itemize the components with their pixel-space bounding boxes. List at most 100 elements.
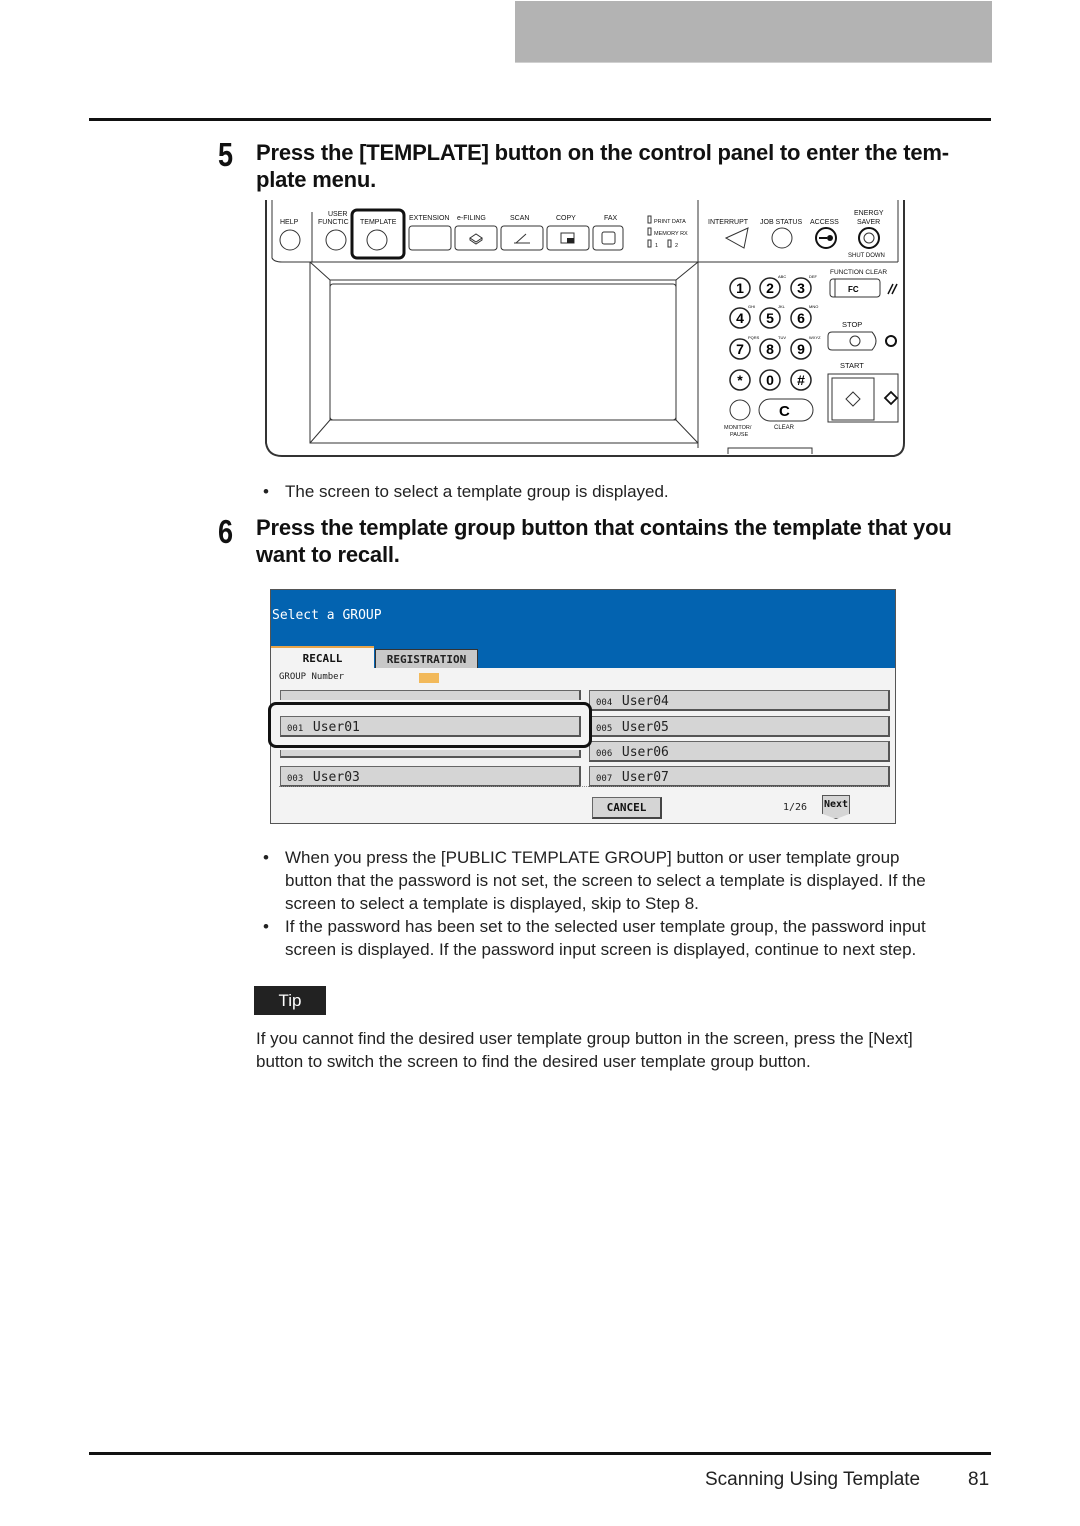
control-panel-drawing: HELP USER FUNCTIC TEMPLATE EXTENSION e-F…: [265, 200, 905, 457]
screen-divider: [279, 786, 889, 787]
fc-label: FC: [848, 285, 859, 294]
page-number: 81: [968, 1469, 990, 1490]
group-button-002[interactable]: [280, 750, 581, 758]
keypad: 1 2 ABC 3 DEF 4 GHI 5 JKL 6 MNO 7 PQRS 8 TUV 9 WXYZ * 0 #: [729, 274, 821, 391]
monitor-pause-label-1: MONITOR/: [724, 425, 752, 431]
help-label: HELP: [280, 219, 299, 226]
energy-saver-button[interactable]: [858, 227, 880, 249]
step-6-title-line2: want to recall.: [256, 542, 400, 567]
interrupt-label: INTERRUPT: [708, 219, 749, 226]
lcd-bezel: [309, 261, 699, 444]
step-6-bullet-2: • If the password has been set to the se…: [263, 915, 995, 961]
tab-registration[interactable]: REGISTRATION: [375, 649, 478, 668]
print-data-lamp: [647, 215, 652, 224]
line2-label: 2: [675, 243, 678, 249]
bullet-dot: •: [263, 917, 269, 936]
efiling-icon: [469, 233, 483, 245]
fc-lamp-icon: [887, 283, 898, 295]
group-button-005[interactable]: 005 User05: [589, 716, 890, 737]
user-function-label-2: FUNCTIC: [318, 219, 349, 226]
keypad-key-label: 8: [766, 341, 774, 357]
keypad-key-label: *: [737, 372, 743, 388]
keypad-key-label: 5: [766, 310, 774, 326]
group-button-004[interactable]: 004 User04: [589, 690, 890, 711]
selected-group-highlight: [268, 702, 592, 748]
keypad-key-letters: JKL: [778, 304, 786, 309]
fax-button[interactable]: [592, 225, 624, 251]
stop-button[interactable]: [827, 331, 877, 351]
shut-down-label: SHUT DOWN: [848, 253, 885, 259]
group-button-006[interactable]: 006 User06: [589, 741, 890, 762]
efiling-button[interactable]: [454, 225, 498, 251]
next-button[interactable]: Next: [822, 795, 850, 819]
step-6-title-line1: Press the template group button that con…: [256, 515, 952, 540]
extension-button[interactable]: [408, 225, 452, 251]
group-number: 005: [596, 724, 613, 734]
bottom-rule: [89, 1452, 991, 1455]
group-number: 003: [287, 774, 304, 784]
bullet-line: screen to select a template is displayed…: [285, 894, 699, 913]
monitor-pause-button[interactable]: [729, 399, 751, 421]
start-lamp-icon: [883, 390, 899, 406]
tip-badge: Tip: [254, 986, 326, 1015]
memory-rx-label: MEMORY RX: [654, 231, 688, 237]
footer-title: Scanning Using Template: [705, 1469, 921, 1490]
user-function-button[interactable]: [325, 229, 347, 251]
group-button-007[interactable]: 007 User07: [589, 766, 890, 787]
stop-lamp-icon: [885, 335, 897, 347]
stop-icon: [849, 335, 861, 347]
group-button-003[interactable]: 003 User03: [280, 766, 581, 787]
step-5-title-line1: Press the [TEMPLATE] button on the contr…: [256, 140, 949, 165]
group-name: User07: [621, 770, 669, 785]
bullet-line: If the password has been set to the sele…: [285, 917, 926, 936]
memory-rx-lamp: [647, 227, 652, 236]
bullet-line: button that the password is not set, the…: [285, 871, 926, 890]
header-block: [515, 1, 992, 63]
keypad-key-letters: TUV: [778, 335, 786, 340]
efiling-label: e-FILING: [457, 215, 486, 222]
keypad-key-label: #: [797, 372, 805, 388]
top-rule: [89, 118, 991, 121]
keypad-key-letters: WXYZ: [809, 335, 821, 340]
cancel-button[interactable]: CANCEL: [592, 797, 662, 819]
scan-icon: [514, 233, 530, 244]
group-name: User05: [621, 720, 669, 735]
control-panel-illustration: HELP USER FUNCTIC TEMPLATE EXTENSION e-F…: [262, 198, 908, 460]
bullet-dot: •: [263, 482, 269, 501]
keypad-key-letters: GHI: [748, 304, 755, 309]
public-template-group-button[interactable]: [280, 690, 581, 700]
keypad-key-label: 2: [766, 280, 774, 296]
bullet-dot: •: [263, 848, 269, 867]
fax-label: FAX: [604, 215, 618, 222]
interrupt-button[interactable]: [724, 227, 749, 249]
key-icon-head: [827, 235, 833, 241]
line2-lamp: [667, 239, 672, 248]
energy-saver-label-2: SAVER: [857, 219, 880, 226]
tab-recall[interactable]: RECALL: [271, 646, 374, 668]
start-label: START: [840, 361, 864, 370]
group-number-field[interactable]: [419, 673, 439, 683]
panel-outline: [265, 200, 905, 457]
group-name: User06: [621, 745, 669, 760]
group-number: 006: [596, 749, 613, 759]
copy-icon-fill: [567, 238, 574, 243]
job-status-button[interactable]: [771, 227, 793, 249]
step-5-number: 5: [218, 136, 234, 173]
line1-label: 1: [655, 243, 658, 249]
help-button[interactable]: [279, 229, 301, 251]
clear-key-glyph: C: [779, 403, 790, 420]
power-icon: [863, 232, 875, 244]
group-number: 007: [596, 774, 613, 784]
copy-label: COPY: [556, 215, 576, 222]
group-number-label: GROUP Number: [279, 672, 345, 682]
keypad-key-letters: PQRS: [748, 335, 760, 340]
print-data-label: PRINT DATA: [654, 219, 686, 225]
panel-top-inner: [271, 200, 699, 263]
energy-saver-label-1: ENERGY: [854, 210, 884, 217]
keypad-key-label: 0: [766, 372, 774, 388]
template-button[interactable]: [366, 229, 388, 251]
keypad-key-letters: DEF: [809, 274, 818, 279]
start-area: [827, 373, 899, 423]
start-button[interactable]: [831, 377, 875, 421]
line1-lamp: [647, 239, 652, 248]
